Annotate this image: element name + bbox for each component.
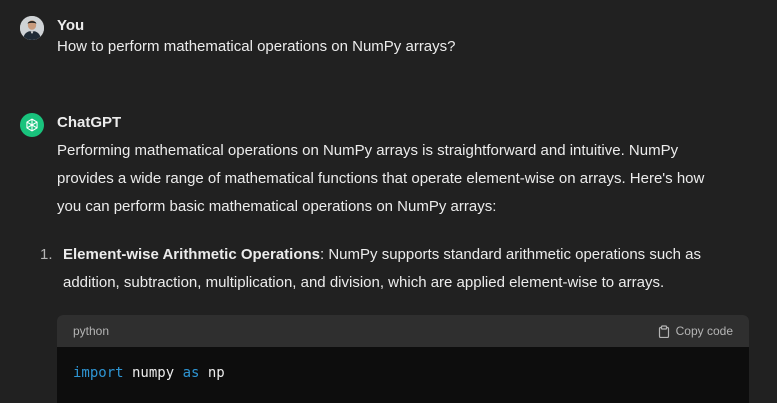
user-message: You How to perform mathematical operatio… [20, 16, 777, 76]
code-block-header: python Copy code [57, 315, 749, 347]
code-keyword: import [73, 365, 124, 381]
code-text: numpy [123, 365, 183, 381]
user-avatar [20, 16, 44, 40]
assistant-avatar [20, 113, 44, 137]
code-content[interactable]: import numpy as np [57, 347, 749, 403]
list-item-title: Element-wise Arithmetic Operations [63, 246, 321, 263]
list-item-number: 1. [40, 246, 53, 263]
code-keyword: as [182, 365, 200, 381]
assistant-name: ChatGPT [57, 114, 122, 131]
list-item-text: : NumPy supports standard arithmetic ope… [320, 246, 702, 263]
code-text: np [199, 365, 225, 381]
user-message-text: How to perform mathematical operations o… [57, 38, 456, 55]
list-item-line: Element-wise Arithmetic Operations: NumP… [63, 241, 749, 269]
user-avatar-photo-icon [20, 16, 44, 40]
assistant-intro-paragraph: Performing mathematical operations on Nu… [57, 137, 757, 221]
list-item-body: Element-wise Arithmetic Operations: NumP… [63, 241, 749, 297]
code-block: python Copy code import numpy as np [57, 315, 749, 403]
intro-line: Performing mathematical operations on Nu… [57, 142, 679, 159]
clipboard-icon [658, 324, 669, 338]
intro-line: you can perform basic mathematical opera… [57, 198, 497, 215]
intro-line: provides a wide range of mathematical fu… [57, 170, 705, 187]
copy-code-label: Copy code [675, 324, 733, 338]
user-name: You [57, 17, 85, 34]
list-item-line: addition, subtraction, multiplication, a… [63, 274, 665, 291]
code-language-label: python [73, 324, 110, 338]
openai-logo-icon [26, 118, 38, 132]
chat-page: You How to perform mathematical operatio… [0, 0, 777, 403]
assistant-message: ChatGPT Performing mathematical operatio… [20, 113, 777, 403]
copy-code-button[interactable]: Copy code [658, 324, 733, 338]
